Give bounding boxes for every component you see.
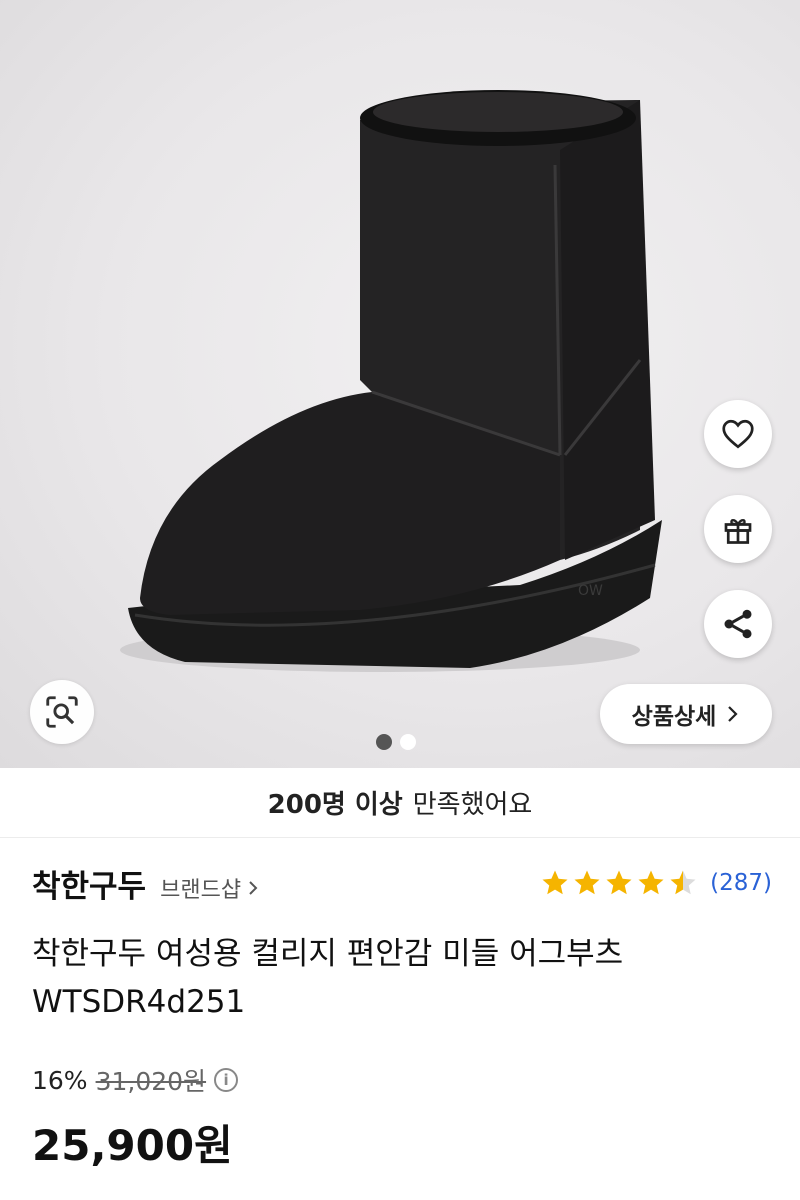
price-original-row: 16% 31,020원 i [32,1062,239,1098]
share-icon [724,609,752,639]
satisfaction-banner: 200명 이상 만족했어요 [0,768,800,838]
rating[interactable]: (287) [540,868,772,898]
svg-text:OW: OW [578,583,603,599]
product-title: 착한구두 여성용 컬리지 편안감 미들 어그부츠 WTSDR4d251 [32,936,624,1020]
star-icon [542,870,568,895]
chevron-right-icon [249,880,258,895]
brand-shop-label: 브랜드샵 [160,877,242,903]
carousel-indicator [376,734,416,750]
product-detail-button[interactable]: 상품상세 [600,684,772,744]
image-search-icon [46,696,78,728]
carousel-dot-2[interactable] [400,734,416,750]
satisfaction-text: 만족했어요 [412,790,533,820]
star-icon [606,870,632,895]
product-image-area[interactable]: OW 상품상세 [0,0,800,768]
star-icon [574,870,600,895]
chevron-right-icon [728,706,738,722]
original-price: 31,020원 [95,1067,207,1096]
image-search-button[interactable] [30,680,94,744]
star-icon [670,870,696,895]
brand-shop-link[interactable]: 브랜드샵 [160,872,259,904]
satisfaction-count: 200명 이상 [267,790,403,820]
review-count[interactable]: (287) [710,870,772,896]
gift-button[interactable] [704,495,772,563]
brand-rating-row: 착한구두 브랜드샵 (287) [32,855,772,911]
info-icon[interactable]: i [214,1068,239,1092]
share-button[interactable] [704,590,772,658]
rating-stars [540,868,698,898]
wishlist-button[interactable] [704,400,772,468]
star-icon [638,870,664,895]
brand-name[interactable]: 착한구두 [32,861,146,906]
product-detail-label: 상품상세 [631,704,717,730]
final-price: 25,900원 [32,1121,233,1170]
carousel-dot-1[interactable] [376,734,392,750]
discount-rate: 16% [32,1065,88,1095]
gift-icon [724,519,752,544]
heart-icon [722,419,754,449]
product-photo-boot: OW [120,90,662,672]
